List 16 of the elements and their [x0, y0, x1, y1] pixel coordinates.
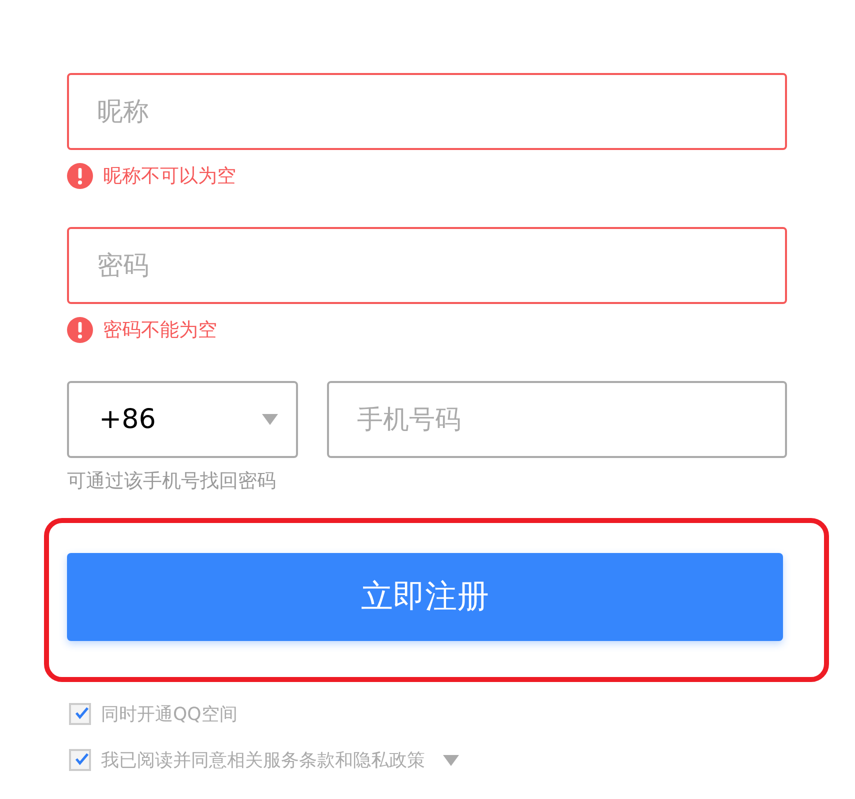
checkbox[interactable] — [69, 749, 91, 771]
text-field[interactable]: 密码 — [67, 227, 787, 304]
error-icon — [67, 163, 93, 189]
error-icon — [67, 317, 93, 343]
phone-field[interactable]: 手机号码 — [327, 381, 787, 458]
country-code-select[interactable]: +86 — [67, 381, 298, 458]
option-label: 同时开通QQ空间 — [101, 703, 238, 726]
checkbox[interactable] — [69, 703, 91, 725]
register-button[interactable]: 立即注册 — [67, 553, 783, 641]
text-field[interactable]: 昵称 — [67, 73, 787, 150]
error-message: 昵称不可以为空 — [103, 164, 236, 189]
dropdown-arrow-icon[interactable] — [443, 754, 459, 766]
error-message: 密码不能为空 — [103, 318, 217, 343]
dropdown-arrow-icon — [262, 414, 278, 425]
option-label: 我已阅读并同意相关服务条款和隐私政策 — [101, 749, 425, 772]
hint-text: 可通过该手机号找回密码 — [67, 469, 277, 494]
